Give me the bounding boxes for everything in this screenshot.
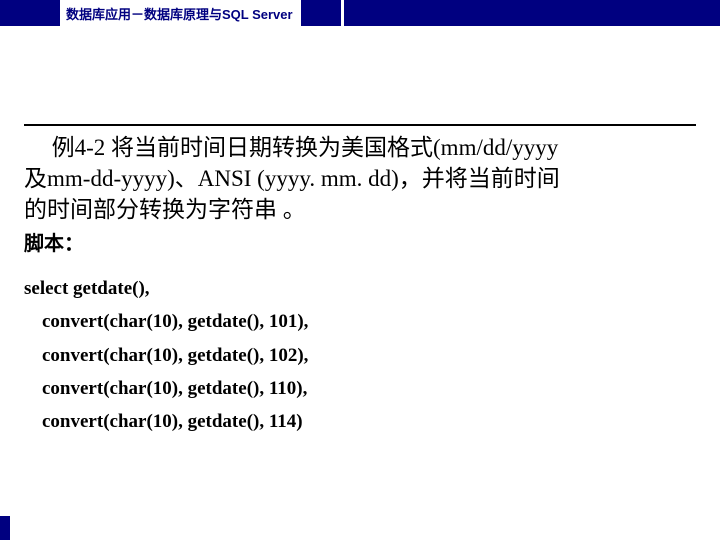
code-line-1: select getdate(), <box>24 272 696 305</box>
example-number: 例4-2 <box>52 135 106 160</box>
header-bar: 数据库应用－数据库原理与SQL Server <box>0 0 720 26</box>
problem-statement: 例4-2 将当前时间日期转换为美国格式(mm/dd/yyyy 及mm-dd-yy… <box>24 132 696 225</box>
header-divider <box>341 0 344 26</box>
code-line-3: convert(char(10), getdate(), 102), <box>24 339 696 372</box>
horizontal-rule <box>24 124 696 126</box>
code-line-5: convert(char(10), getdate(), 114) <box>24 405 696 438</box>
slide-content: 例4-2 将当前时间日期转换为美国格式(mm/dd/yyyy 及mm-dd-yy… <box>0 26 720 438</box>
problem-line-3: 的时间部分转换为字符串 。 <box>24 194 696 225</box>
header-title: 数据库应用－数据库原理与SQL Server <box>60 0 301 26</box>
code-block: select getdate(), convert(char(10), getd… <box>24 272 696 438</box>
problem-line1-rest: 将当前时间日期转换为美国格式(mm/dd/yyyy <box>105 135 558 160</box>
problem-line-2: 及mm-dd-yyyy)、ANSI (yyyy. mm. dd)，并将当前时间 <box>24 163 696 194</box>
code-line-4: convert(char(10), getdate(), 110), <box>24 372 696 405</box>
problem-line-1: 例4-2 将当前时间日期转换为美国格式(mm/dd/yyyy <box>24 132 696 163</box>
script-label: 脚本： <box>24 227 696 256</box>
code-line-2: convert(char(10), getdate(), 101), <box>24 305 696 338</box>
footer-mark <box>0 516 12 540</box>
